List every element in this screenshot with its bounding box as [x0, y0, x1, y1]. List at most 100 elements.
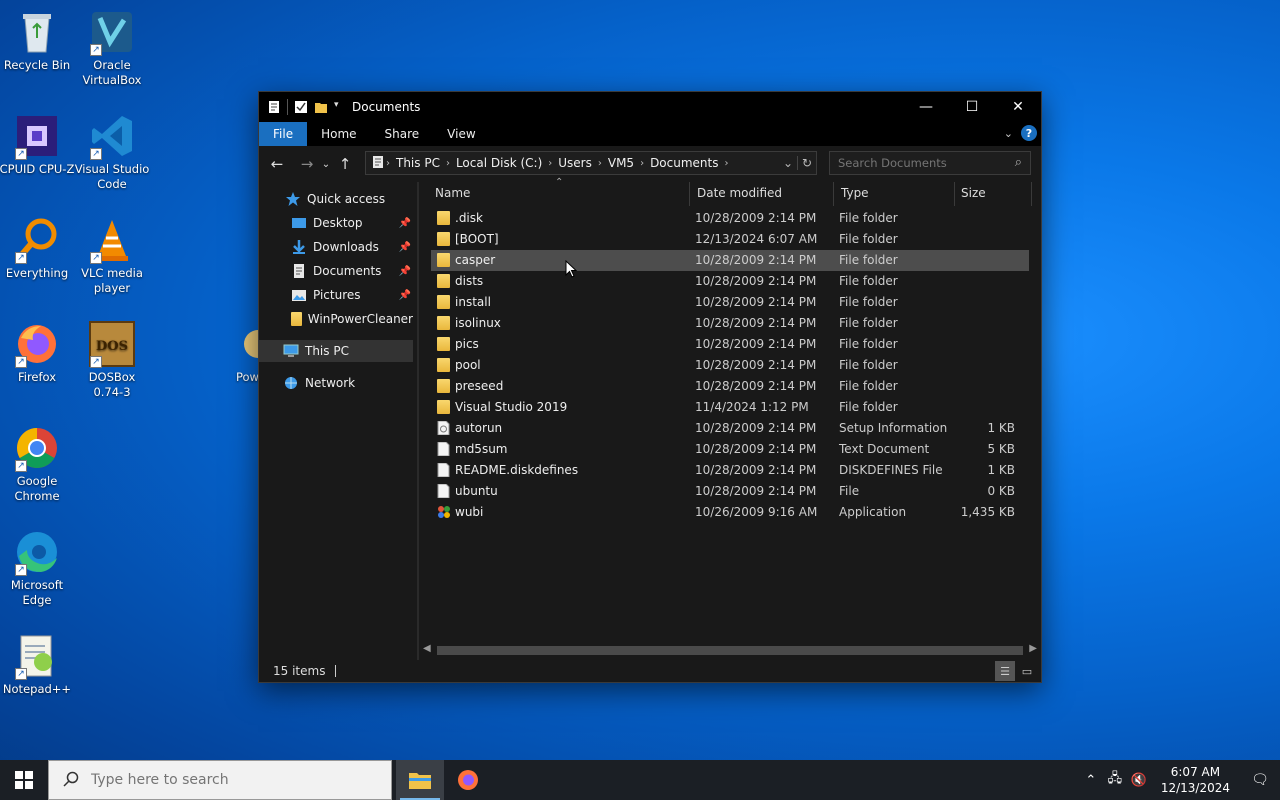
- scroll-right-icon[interactable]: ▶: [1029, 643, 1037, 654]
- firefox-icon: [458, 770, 478, 790]
- desktop-icon-recycle-bin[interactable]: Recycle Bin: [0, 8, 75, 73]
- pin-icon: 📌: [398, 241, 411, 253]
- folder-icon: [437, 232, 450, 246]
- edge-icon: ↗: [13, 528, 61, 576]
- desktop-icon-powershell[interactable]: Pow: [222, 320, 258, 385]
- file-row[interactable]: ubuntu 10/28/2009 2:14 PM File 0 KB: [431, 481, 1029, 502]
- folder-icon: [437, 253, 450, 267]
- nav-item-pictures[interactable]: Pictures 📌: [259, 284, 413, 306]
- file-row[interactable]: isolinux 10/28/2009 2:14 PM File folder: [431, 313, 1029, 334]
- back-button[interactable]: ←: [265, 152, 289, 176]
- nav-network[interactable]: Network: [259, 372, 413, 394]
- title-bar[interactable]: ▾ Documents — ☐ ✕: [259, 92, 1041, 122]
- address-bar[interactable]: › This PC › Local Disk (C:) › Users › VM…: [365, 151, 817, 175]
- nav-item-winpowercleaner[interactable]: WinPowerCleaner: [259, 308, 413, 330]
- desktop-icon-edge[interactable]: ↗ Microsoft Edge: [0, 528, 75, 608]
- breadcrumb-local-disk[interactable]: Local Disk (C:): [456, 156, 542, 170]
- close-button[interactable]: ✕: [995, 92, 1041, 122]
- column-name[interactable]: Name: [435, 186, 470, 200]
- tab-file[interactable]: File: [259, 122, 308, 146]
- column-divider[interactable]: [1031, 182, 1032, 206]
- breadcrumb-documents[interactable]: Documents: [650, 156, 718, 170]
- file-row[interactable]: install 10/28/2009 2:14 PM File folder: [431, 292, 1029, 313]
- file-row[interactable]: wubi 10/26/2009 9:16 AM Application 1,435 K…: [431, 502, 1029, 523]
- pin-icon: 📌: [398, 265, 411, 277]
- desktop-icon-chrome[interactable]: ↗ Google Chrome: [0, 424, 75, 504]
- taskbar-firefox[interactable]: [444, 760, 492, 800]
- details-view-button[interactable]: ☰: [995, 661, 1015, 681]
- desktop-icon-vscode[interactable]: ↗ Visual Studio Code: [74, 112, 150, 192]
- minimize-button[interactable]: —: [903, 92, 949, 122]
- address-dropdown-icon[interactable]: ⌄: [779, 156, 797, 170]
- tab-view[interactable]: View: [433, 122, 489, 146]
- forward-button[interactable]: →: [295, 152, 319, 176]
- refresh-icon[interactable]: ↻: [798, 156, 816, 170]
- search-input[interactable]: [838, 156, 998, 170]
- network-status-icon[interactable]: 🖧: [1103, 769, 1127, 791]
- show-hidden-icons-icon[interactable]: ⌃: [1079, 773, 1103, 788]
- customize-qat-icon[interactable]: ▾: [334, 100, 344, 114]
- expand-ribbon-icon[interactable]: ⌄: [1004, 127, 1013, 140]
- file-row[interactable]: pool 10/28/2009 2:14 PM File folder: [431, 355, 1029, 376]
- up-button[interactable]: ↑: [333, 152, 357, 176]
- checkmark-icon[interactable]: [294, 100, 308, 114]
- file-row[interactable]: casper 10/28/2009 2:14 PM File folder: [431, 250, 1029, 271]
- scrollbar-thumb[interactable]: [437, 646, 1023, 655]
- breadcrumb-users[interactable]: Users: [558, 156, 592, 170]
- large-icons-view-button[interactable]: ▭: [1017, 661, 1037, 681]
- volume-muted-icon[interactable]: 🔇: [1127, 773, 1151, 788]
- column-divider[interactable]: [689, 182, 690, 206]
- help-icon[interactable]: ?: [1021, 125, 1037, 141]
- recent-locations-button[interactable]: ⌄: [319, 152, 333, 176]
- desktop-icon-dosbox[interactable]: DOS ↗ DOSBox 0.74-3: [74, 320, 150, 400]
- nav-quick-access[interactable]: Quick access: [259, 188, 413, 210]
- taskbar-file-explorer[interactable]: [396, 760, 444, 800]
- file-row[interactable]: autorun 10/28/2009 2:14 PM Setup Informati…: [431, 418, 1029, 439]
- tab-share[interactable]: Share: [371, 122, 434, 146]
- search-box[interactable]: ⌕: [829, 151, 1031, 175]
- scroll-left-icon[interactable]: ◀: [423, 643, 431, 654]
- properties-icon[interactable]: [267, 100, 281, 114]
- taskbar-search[interactable]: [48, 760, 392, 800]
- file-name: .disk: [455, 211, 483, 225]
- file-row[interactable]: pics 10/28/2009 2:14 PM File folder: [431, 334, 1029, 355]
- clock[interactable]: 6:07 AM 12/13/2024: [1161, 764, 1230, 796]
- file-row[interactable]: README.diskdefines 10/28/2009 2:14 PM DISK…: [431, 460, 1029, 481]
- column-type[interactable]: Type: [841, 186, 869, 200]
- nav-item-desktop[interactable]: Desktop 📌: [259, 212, 413, 234]
- start-button[interactable]: [0, 760, 48, 800]
- notification-center-icon[interactable]: 🗨: [1240, 760, 1280, 800]
- nav-item-downloads[interactable]: Downloads 📌: [259, 236, 413, 258]
- file-row[interactable]: md5sum 10/28/2009 2:14 PM Text Document 5 K…: [431, 439, 1029, 460]
- file-row[interactable]: dists 10/28/2009 2:14 PM File folder: [431, 271, 1029, 292]
- column-size[interactable]: Size: [961, 186, 986, 200]
- file-date: 10/28/2009 2:14 PM: [695, 442, 817, 456]
- column-date-modified[interactable]: Date modified: [697, 186, 782, 200]
- desktop-icon-cpuz[interactable]: ↗ CPUID CPU-Z: [0, 112, 75, 177]
- file-size: 1,435 KB: [960, 505, 1015, 519]
- column-divider[interactable]: [833, 182, 834, 206]
- file-row[interactable]: preseed 10/28/2009 2:14 PM File folder: [431, 376, 1029, 397]
- desktop-icon-virtualbox[interactable]: ↗ Oracle VirtualBox: [74, 8, 150, 88]
- desktop-icon-everything[interactable]: ↗ Everything: [0, 216, 75, 281]
- powershell-icon: [238, 320, 258, 368]
- breadcrumb-vm5[interactable]: VM5: [608, 156, 634, 170]
- tab-home[interactable]: Home: [307, 122, 370, 146]
- column-divider[interactable]: [954, 182, 955, 206]
- desktop-icon-notepadpp[interactable]: ↗ Notepad++: [0, 632, 75, 697]
- nav-item-documents[interactable]: Documents 📌: [259, 260, 413, 282]
- nav-this-pc[interactable]: This PC: [259, 340, 413, 362]
- file-row[interactable]: [BOOT] 12/13/2024 6:07 AM File folder: [431, 229, 1029, 250]
- clock-time: 6:07 AM: [1170, 765, 1221, 779]
- file-row[interactable]: .disk 10/28/2009 2:14 PM File folder: [431, 208, 1029, 229]
- maximize-button[interactable]: ☐: [949, 92, 995, 122]
- file-type: File folder: [839, 274, 898, 288]
- taskbar-search-input[interactable]: [91, 772, 371, 788]
- breadcrumb-this-pc[interactable]: This PC: [396, 156, 440, 170]
- file-row[interactable]: Visual Studio 2019 11/4/2024 1:12 PM File …: [431, 397, 1029, 418]
- desktop-icon-firefox[interactable]: ↗ Firefox: [0, 320, 75, 385]
- horizontal-scrollbar[interactable]: ◀ ▶: [419, 642, 1041, 659]
- desktop-icon-vlc[interactable]: ↗ VLC media player: [74, 216, 150, 296]
- explorer-window[interactable]: ▾ Documents — ☐ ✕ File Home Share View ⌄…: [258, 91, 1042, 683]
- new-folder-icon[interactable]: [314, 100, 328, 114]
